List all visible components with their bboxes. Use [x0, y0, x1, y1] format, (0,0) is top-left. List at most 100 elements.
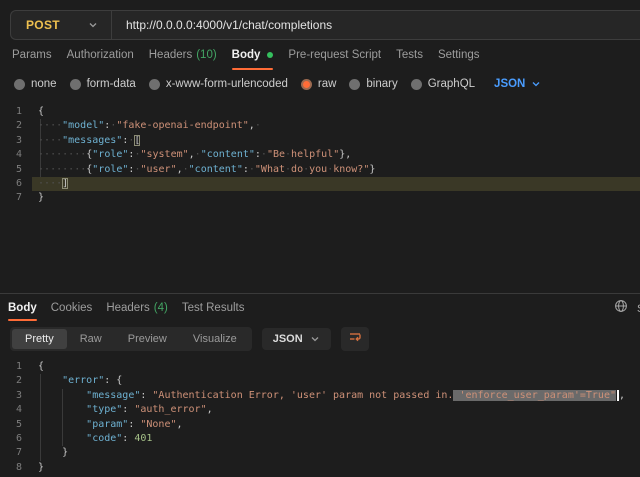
tab-body[interactable]: Body — [232, 40, 274, 70]
chevron-down-icon — [310, 334, 320, 344]
response-tab-test-results[interactable]: Test Results — [182, 294, 245, 321]
line-number: 2 — [0, 374, 32, 388]
chevron-down-icon — [531, 79, 541, 89]
line-number: 1 — [0, 360, 32, 374]
radio-icon — [411, 79, 422, 90]
tab-settings[interactable]: Settings — [438, 40, 480, 70]
radio-label: x-www-form-urlencoded — [166, 78, 288, 90]
view-preview[interactable]: Preview — [115, 329, 180, 349]
body-type-none[interactable]: none — [14, 78, 57, 90]
radio-icon — [149, 79, 160, 90]
code-line[interactable]: 6 "code": 401 — [0, 432, 640, 446]
code-line[interactable]: 4········{"role":·"system",·"content":·"… — [0, 148, 640, 162]
response-tabs: Body Cookies Headers (4) Test Results S — [0, 293, 640, 321]
response-language-dropdown[interactable]: JSON — [262, 328, 331, 350]
line-number: 3 — [0, 134, 32, 148]
view-visualize[interactable]: Visualize — [180, 329, 250, 349]
view-raw[interactable]: Raw — [67, 329, 115, 349]
request-language-dropdown[interactable]: JSON — [494, 78, 541, 90]
tab-label: Params — [12, 49, 52, 61]
api-client-window: POST http://0.0.0.0:4000/v1/chat/complet… — [0, 0, 640, 477]
response-body-editor[interactable]: 1{2 "error": {3 "message": "Authenticati… — [0, 357, 640, 475]
request-url-row: POST http://0.0.0.0:4000/v1/chat/complet… — [0, 0, 640, 40]
line-number: 2 — [0, 119, 32, 133]
line-number: 5 — [0, 418, 32, 432]
code-line[interactable]: 3····"messages":·[ — [0, 134, 640, 148]
language-label: JSON — [494, 78, 525, 90]
line-number: 6 — [0, 177, 32, 191]
request-body-editor[interactable]: 1{2····"model":·"fake-openai-endpoint",·… — [0, 98, 640, 293]
code-line[interactable]: 5 "param": "None", — [0, 418, 640, 432]
tab-headers[interactable]: Headers (10) — [149, 40, 217, 70]
tab-count: (10) — [196, 49, 216, 61]
wrap-text-icon — [348, 330, 362, 349]
tab-params[interactable]: Params — [12, 40, 52, 70]
request-tabs: Params Authorization Headers (10) Body P… — [0, 40, 640, 70]
response-view-switcher: Pretty Raw Preview Visualize — [10, 327, 252, 351]
url-input[interactable]: http://0.0.0.0:4000/v1/chat/completions — [112, 18, 332, 32]
tab-pre-request-script[interactable]: Pre-request Script — [288, 40, 381, 70]
body-type-raw[interactable]: raw — [301, 78, 337, 90]
code-line[interactable]: 1{ — [0, 360, 640, 374]
tab-label: Body — [8, 302, 37, 314]
tab-label: Body — [232, 49, 261, 61]
tab-label: Settings — [438, 49, 480, 61]
tab-label: Headers — [106, 302, 149, 314]
code-line[interactable]: 7 } — [0, 446, 640, 460]
code-line[interactable]: 2····"model":·"fake-openai-endpoint",· — [0, 119, 640, 133]
code-line[interactable]: 8} — [0, 461, 640, 475]
wrap-text-button[interactable] — [341, 327, 369, 351]
body-type-x-www-form-urlencoded[interactable]: x-www-form-urlencoded — [149, 78, 288, 90]
line-number: 1 — [0, 105, 32, 119]
view-pretty[interactable]: Pretty — [12, 329, 67, 349]
language-label: JSON — [273, 333, 303, 345]
line-number: 7 — [0, 446, 32, 460]
code-line[interactable]: 7} — [0, 191, 640, 205]
method-label: POST — [26, 18, 60, 32]
url-bar: POST http://0.0.0.0:4000/v1/chat/complet… — [10, 10, 640, 40]
radio-label: GraphQL — [428, 78, 475, 90]
response-tab-headers[interactable]: Headers (4) — [106, 294, 168, 321]
code-line[interactable]: 2 "error": { — [0, 374, 640, 388]
response-meta: S — [614, 299, 640, 316]
response-tab-body[interactable]: Body — [8, 294, 37, 321]
code-line[interactable]: 4 "type": "auth_error", — [0, 403, 640, 417]
radio-icon — [14, 79, 25, 90]
chevron-down-icon — [88, 20, 98, 30]
radio-label: form-data — [87, 78, 136, 90]
body-type-row: none form-data x-www-form-urlencoded raw… — [0, 70, 640, 98]
method-dropdown[interactable]: POST — [11, 11, 111, 39]
code-line[interactable]: 6····] — [0, 177, 640, 191]
body-type-graphql[interactable]: GraphQL — [411, 78, 475, 90]
radio-label: binary — [366, 78, 397, 90]
radio-label: none — [31, 78, 57, 90]
line-number: 6 — [0, 432, 32, 446]
tab-label: Cookies — [51, 302, 93, 314]
tab-label: Test Results — [182, 302, 245, 314]
radio-icon — [349, 79, 360, 90]
code-line[interactable]: 1{ — [0, 105, 640, 119]
radio-label: raw — [318, 78, 337, 90]
code-line[interactable]: 3 "message": "Authentication Error, 'use… — [0, 389, 640, 403]
line-number: 8 — [0, 461, 32, 475]
radio-checked-icon — [301, 79, 312, 90]
body-modified-dot — [267, 52, 273, 58]
tab-label: Authorization — [67, 49, 134, 61]
tab-authorization[interactable]: Authorization — [67, 40, 134, 70]
line-number: 7 — [0, 191, 32, 205]
line-number: 5 — [0, 163, 32, 177]
tab-tests[interactable]: Tests — [396, 40, 423, 70]
body-type-form-data[interactable]: form-data — [70, 78, 136, 90]
response-toolbar: Pretty Raw Preview Visualize JSON — [0, 321, 640, 357]
tab-count: (4) — [154, 302, 168, 314]
body-type-binary[interactable]: binary — [349, 78, 397, 90]
globe-icon[interactable] — [614, 299, 628, 316]
line-number: 3 — [0, 389, 32, 403]
tab-label: Headers — [149, 49, 192, 61]
radio-icon — [70, 79, 81, 90]
tab-label: Pre-request Script — [288, 49, 381, 61]
response-tab-cookies[interactable]: Cookies — [51, 294, 93, 321]
code-line[interactable]: 5········{"role":·"user",·"content":·"Wh… — [0, 163, 640, 177]
tab-label: Tests — [396, 49, 423, 61]
line-number: 4 — [0, 148, 32, 162]
